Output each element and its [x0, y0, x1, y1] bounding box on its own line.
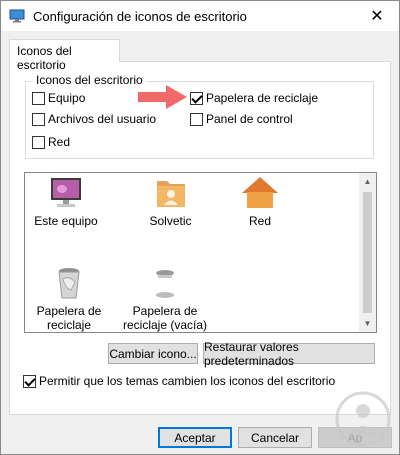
checkbox-equipo[interactable]: Equipo [32, 91, 85, 105]
checkbox-label: Papelera de reciclaje [206, 91, 319, 105]
cancel-button[interactable]: Cancelar [238, 427, 312, 448]
checkbox-box[interactable] [190, 112, 203, 126]
icon-list[interactable]: Este equipo Solvetic Red Papelera de rec… [24, 172, 377, 333]
checkbox-panel-control[interactable]: Panel de control [190, 112, 293, 126]
checkbox-box[interactable] [32, 135, 45, 149]
list-item-solvetic[interactable]: Solvetic [133, 175, 208, 228]
scroll-thumb[interactable] [363, 192, 372, 313]
title-bar: Configuración de iconos de escritorio ✕ [1, 1, 399, 31]
desktop-icon-settings-icon [9, 9, 25, 23]
checkbox-red[interactable]: Red [32, 135, 70, 149]
item-label-line2: reciclaje (vacía) [122, 318, 208, 332]
close-button[interactable]: ✕ [355, 1, 399, 31]
checkbox-label: Panel de control [206, 112, 293, 126]
checkbox-box[interactable] [32, 112, 45, 126]
groupbox-legend: Iconos del escritorio [33, 73, 146, 87]
item-label-line2: reciclaje (llena) [46, 318, 91, 332]
full-recycle-bin-icon [58, 268, 80, 299]
checkbox-box[interactable] [23, 374, 36, 388]
close-icon: ✕ [370, 8, 384, 25]
restore-defaults-button[interactable]: Restaurar valores predeterminados [203, 340, 375, 368]
item-label: Solvetic [149, 214, 192, 228]
window-title: Configuración de iconos de escritorio [33, 9, 247, 24]
checkbox-box[interactable] [190, 91, 203, 105]
scroll-up-arrow-icon[interactable]: ▲ [359, 173, 376, 190]
checkbox-allow-themes[interactable]: Permitir que los temas cambien los icono… [23, 374, 335, 388]
pointer-arrow-icon [138, 85, 187, 109]
checkbox-label: Red [48, 135, 71, 149]
scroll-down-arrow-icon[interactable]: ▼ [359, 315, 376, 332]
checkbox-label: Permitir que los temas cambien los icono… [39, 374, 336, 388]
list-item-papelera-vacia[interactable]: Papelera de reciclaje (vacía) [120, 265, 210, 332]
accept-button[interactable]: Aceptar [158, 427, 232, 448]
tab-desktop-icons[interactable]: Iconos del escritorio [9, 39, 120, 72]
checkbox-label: Archivos del usuario [48, 112, 157, 126]
checkbox-box[interactable] [32, 91, 45, 105]
list-item-red[interactable]: Red [230, 175, 290, 228]
checkbox-label: Equipo [48, 91, 86, 105]
item-label: Red [248, 214, 271, 228]
vertical-scrollbar[interactable]: ▲ ▼ [359, 173, 376, 332]
dialog-window: Configuración de iconos de escritorio ✕ … [0, 0, 400, 455]
item-label-line1: Papelera de [36, 304, 102, 318]
network-icon [242, 177, 278, 208]
user-folder-icon [156, 181, 185, 207]
item-label-line1: Papelera de [132, 304, 198, 318]
empty-recycle-bin-icon [156, 270, 174, 298]
list-item-papelera-llena[interactable]: Papelera de reciclaje (llena) [29, 265, 109, 332]
monitor-icon [51, 178, 81, 207]
item-label: Este equipo [34, 214, 98, 228]
tab-label: Iconos del escritorio [17, 44, 72, 72]
watermark-logo-icon [335, 391, 391, 447]
list-item-este-equipo[interactable]: Este equipo [31, 175, 101, 228]
checkbox-archivos-usuario[interactable]: Archivos del usuario [32, 112, 156, 126]
checkbox-papelera[interactable]: Papelera de reciclaje [190, 91, 318, 105]
change-icon-button[interactable]: Cambiar icono... [108, 343, 198, 364]
